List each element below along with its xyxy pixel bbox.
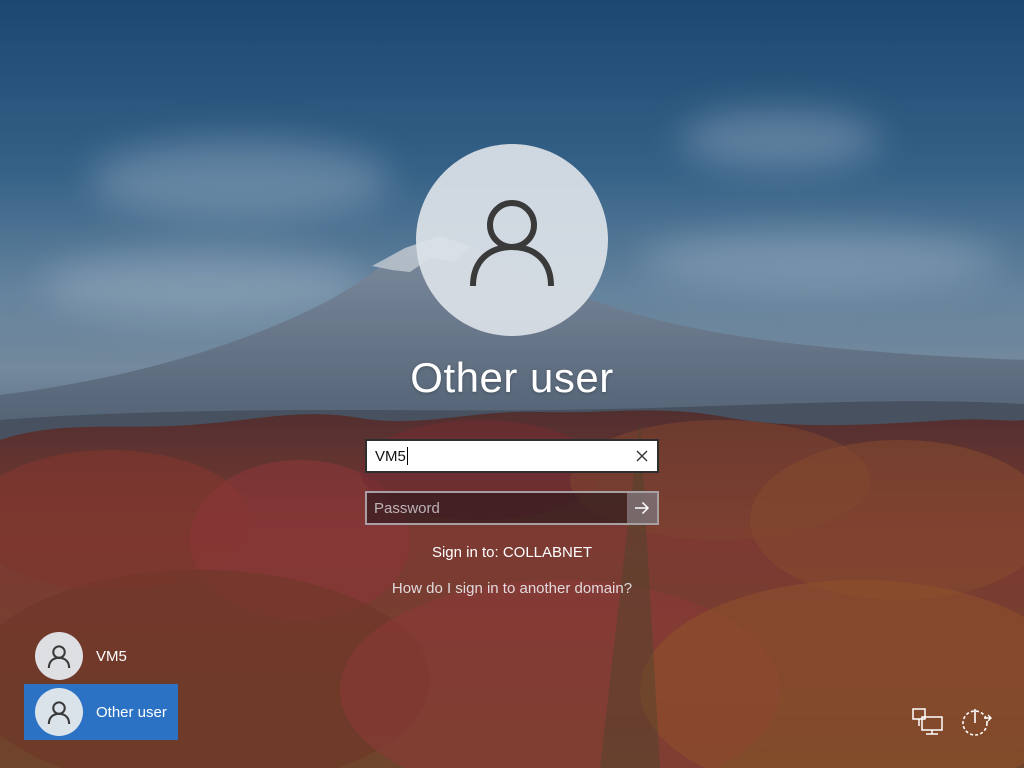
user-icon (470, 200, 554, 287)
sign-in-domain-label: Sign in to: COLLABNET (431, 544, 593, 561)
password-field[interactable] (365, 491, 659, 525)
user-icon (47, 701, 71, 725)
network-icon (912, 708, 943, 735)
user-tile-vm5[interactable]: VM5 (24, 628, 178, 684)
username-value-text: VM5 (375, 447, 406, 465)
user-icon (47, 645, 71, 669)
clear-username-button[interactable] (627, 441, 657, 471)
domain-help-link[interactable]: How do I sign in to another domain? (312, 580, 712, 597)
user-title: Other user (410, 354, 614, 401)
user-list: VM5 Other user (24, 628, 178, 740)
avatar (35, 632, 83, 680)
user-tile-other-user[interactable]: Other user (24, 684, 178, 740)
large-user-avatar (416, 144, 608, 336)
power-icon (962, 709, 992, 736)
text-caret (406, 447, 408, 465)
arrow-right-icon (635, 501, 650, 515)
network-button[interactable] (910, 704, 946, 740)
close-icon (636, 450, 648, 462)
username-input[interactable]: VM5 (375, 447, 627, 465)
password-input[interactable] (367, 492, 627, 524)
user-tile-label: Other user (96, 703, 167, 721)
avatar (35, 688, 83, 736)
username-field[interactable]: VM5 (365, 439, 659, 473)
power-button[interactable] (958, 704, 994, 740)
submit-button[interactable] (627, 493, 657, 523)
user-tile-label: VM5 (96, 647, 127, 665)
lock-screen: Other user VM5 Sign in to: COLLABNET How… (0, 0, 1024, 768)
